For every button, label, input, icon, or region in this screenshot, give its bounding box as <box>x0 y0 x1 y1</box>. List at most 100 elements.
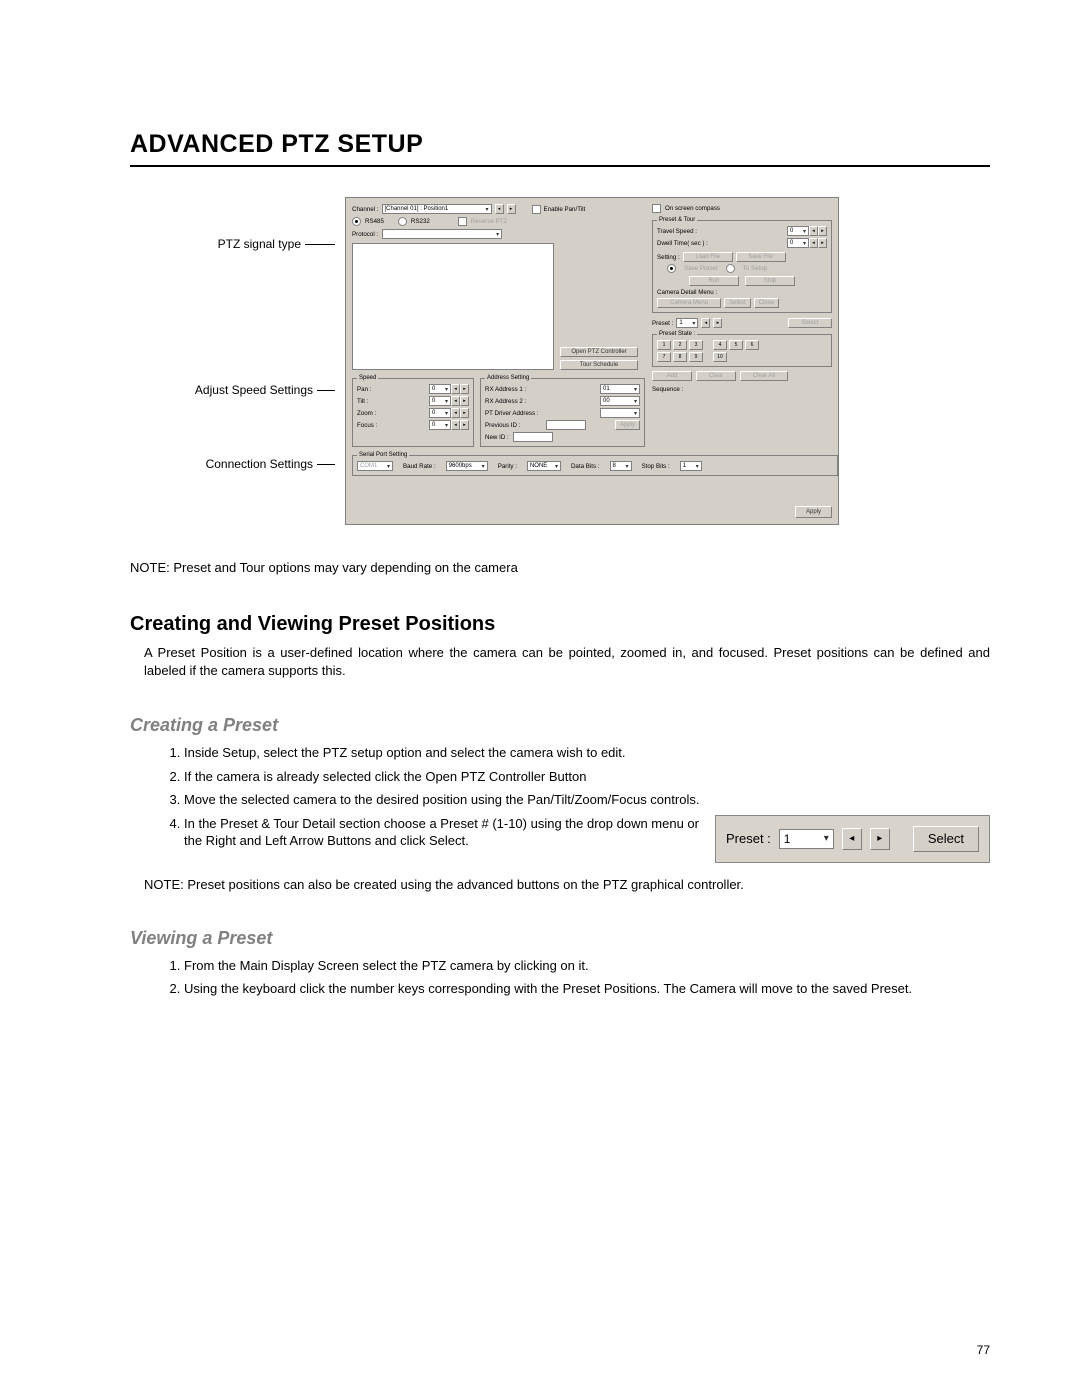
creating-step-2: If the camera is already selected click … <box>184 768 990 786</box>
address-group: Address Setting RX Address 1 :01 RX Addr… <box>480 375 645 447</box>
creating-step-3: Move the selected camera to the desired … <box>184 791 990 809</box>
creating-step-1: Inside Setup, select the PTZ setup optio… <box>184 744 990 762</box>
dwell-prev[interactable]: ◂ <box>809 238 818 248</box>
rs485-label: RS485 <box>365 218 384 225</box>
ptz-setup-dialog: Channel : [Channel 01] : Position1 ◂ ▸ E… <box>345 197 839 525</box>
com-select[interactable]: COM1 <box>357 461 393 471</box>
preset-next[interactable]: ▸ <box>713 318 722 328</box>
tilt-select[interactable]: 0 <box>429 396 451 406</box>
preset-6[interactable]: 6 <box>745 340 759 350</box>
page-number: 77 <box>977 1343 990 1357</box>
zoom-select[interactable]: 0 <box>429 408 451 418</box>
ptz-dialog-figure: PTZ signal type Adjust Speed Settings Co… <box>130 197 990 542</box>
enable-pantilt-checkbox[interactable] <box>532 205 541 214</box>
apply-button[interactable]: Apply <box>795 506 832 518</box>
run-button[interactable]: Run <box>689 276 739 286</box>
preset-select[interactable]: 1 <box>676 318 698 328</box>
inset-select-button[interactable]: Select <box>913 826 979 852</box>
preset-5[interactable]: 5 <box>729 340 743 350</box>
subsection-creating-heading: Creating a Preset <box>130 715 990 736</box>
creating-note: NOTE: Preset positions can also be creat… <box>144 877 990 892</box>
camera-menu-button[interactable]: Camera Menu <box>657 298 721 308</box>
travel-prev[interactable]: ◂ <box>809 226 818 236</box>
travel-next[interactable]: ▸ <box>818 226 827 236</box>
rs485-radio[interactable] <box>352 217 361 226</box>
preset-prev[interactable]: ◂ <box>701 318 710 328</box>
rs232-radio[interactable] <box>398 217 407 226</box>
note-preset-tour: NOTE: Preset and Tour options may vary d… <box>130 560 990 575</box>
tilt-next[interactable]: ▸ <box>460 396 469 406</box>
clearall-button[interactable]: Clear All <box>740 371 788 381</box>
viewing-step-1: From the Main Display Screen select the … <box>184 957 990 975</box>
section-creating-viewing-body: A Preset Position is a user-defined loca… <box>144 644 990 679</box>
callout-signal-type: PTZ signal type <box>130 237 335 251</box>
preset-8[interactable]: 8 <box>673 352 687 362</box>
protocol-select[interactable] <box>382 229 502 239</box>
focus-select[interactable]: 0 <box>429 420 451 430</box>
subsection-viewing-heading: Viewing a Preset <box>130 928 990 949</box>
cam-close-button[interactable]: Close <box>754 298 779 308</box>
dwell-select[interactable]: 0 <box>787 238 809 248</box>
parity-select[interactable]: NONE <box>527 461 561 471</box>
protocol-label: Protocol : <box>352 231 378 238</box>
creating-steps: Inside Setup, select the PTZ setup optio… <box>160 744 990 869</box>
reverse-ptz-label: Reverse PTZ <box>471 218 507 225</box>
tilt-prev[interactable]: ◂ <box>451 396 460 406</box>
preset-4[interactable]: 4 <box>713 340 727 350</box>
enable-pantilt-label: Enable Pan/Tilt <box>544 206 586 213</box>
onscreen-compass-label: On screen compass <box>665 205 720 212</box>
channel-label: Channel : <box>352 206 379 213</box>
callout-connection: Connection Settings <box>130 457 335 471</box>
newid-field[interactable] <box>513 432 553 442</box>
serial-port-group: Serial Port Setting COM1 Baud Rate :9600… <box>352 452 838 476</box>
pan-select[interactable]: 0 <box>429 384 451 394</box>
to-setup-radio[interactable] <box>726 264 735 273</box>
save-preset-radio[interactable] <box>667 264 676 273</box>
add-button[interactable]: Add <box>652 371 692 381</box>
preset-select-button[interactable]: Select <box>788 318 832 328</box>
sequence-label: Sequence : <box>652 386 832 393</box>
zoom-prev[interactable]: ◂ <box>451 408 460 418</box>
clear-button[interactable]: Clear <box>696 371 736 381</box>
rx1-select[interactable]: 01 <box>600 384 640 394</box>
preset-2[interactable]: 2 <box>673 340 687 350</box>
save-file-button[interactable]: Save File <box>736 252 786 262</box>
preset-10[interactable]: 10 <box>713 352 727 362</box>
preset-7[interactable]: 7 <box>657 352 671 362</box>
stop-button[interactable]: Stop <box>745 276 795 286</box>
dwell-next[interactable]: ▸ <box>818 238 827 248</box>
rs232-label: RS232 <box>411 218 430 225</box>
databits-select[interactable]: 8 <box>610 461 632 471</box>
reverse-ptz-checkbox[interactable] <box>458 217 467 226</box>
preset-1[interactable]: 1 <box>657 340 671 350</box>
travel-speed-select[interactable]: 0 <box>787 226 809 236</box>
channel-prev-button[interactable]: ◂ <box>495 204 504 214</box>
baud-select[interactable]: 9600bps <box>446 461 488 471</box>
load-file-button[interactable]: Load File <box>683 252 733 262</box>
rx2-select[interactable]: 00 <box>600 396 640 406</box>
inset-preset-label: Preset : <box>726 830 771 848</box>
focus-next[interactable]: ▸ <box>460 420 469 430</box>
pan-next[interactable]: ▸ <box>460 384 469 394</box>
ptdrv-select[interactable] <box>600 408 640 418</box>
page-title: ADVANCED PTZ SETUP <box>130 130 990 167</box>
preset-tour-group: Preset & Tour Travel Speed :0◂▸ Dwell Ti… <box>652 217 832 313</box>
zoom-next[interactable]: ▸ <box>460 408 469 418</box>
tour-schedule-button[interactable]: Tour Schedule <box>560 360 638 370</box>
inset-preset-select[interactable]: 1 <box>779 829 834 849</box>
focus-prev[interactable]: ◂ <box>451 420 460 430</box>
inset-next-button[interactable]: ▸ <box>870 828 890 850</box>
addr-apply-button[interactable]: Apply <box>615 420 640 430</box>
preset-9[interactable]: 9 <box>689 352 703 362</box>
creating-step-4: Preset : 1 ◂ ▸ Select In the Preset & To… <box>184 815 990 869</box>
inset-prev-button[interactable]: ◂ <box>842 828 862 850</box>
cam-select-button[interactable]: Select <box>724 298 751 308</box>
stopbits-select[interactable]: 1 <box>680 461 702 471</box>
pan-prev[interactable]: ◂ <box>451 384 460 394</box>
channel-select[interactable]: [Channel 01] : Position1 <box>382 204 492 214</box>
previd-field <box>546 420 586 430</box>
channel-next-button[interactable]: ▸ <box>507 204 516 214</box>
open-ptz-controller-button[interactable]: Open PTZ Controller <box>560 347 638 357</box>
preset-3[interactable]: 3 <box>689 340 703 350</box>
onscreen-compass-checkbox[interactable] <box>652 204 661 213</box>
